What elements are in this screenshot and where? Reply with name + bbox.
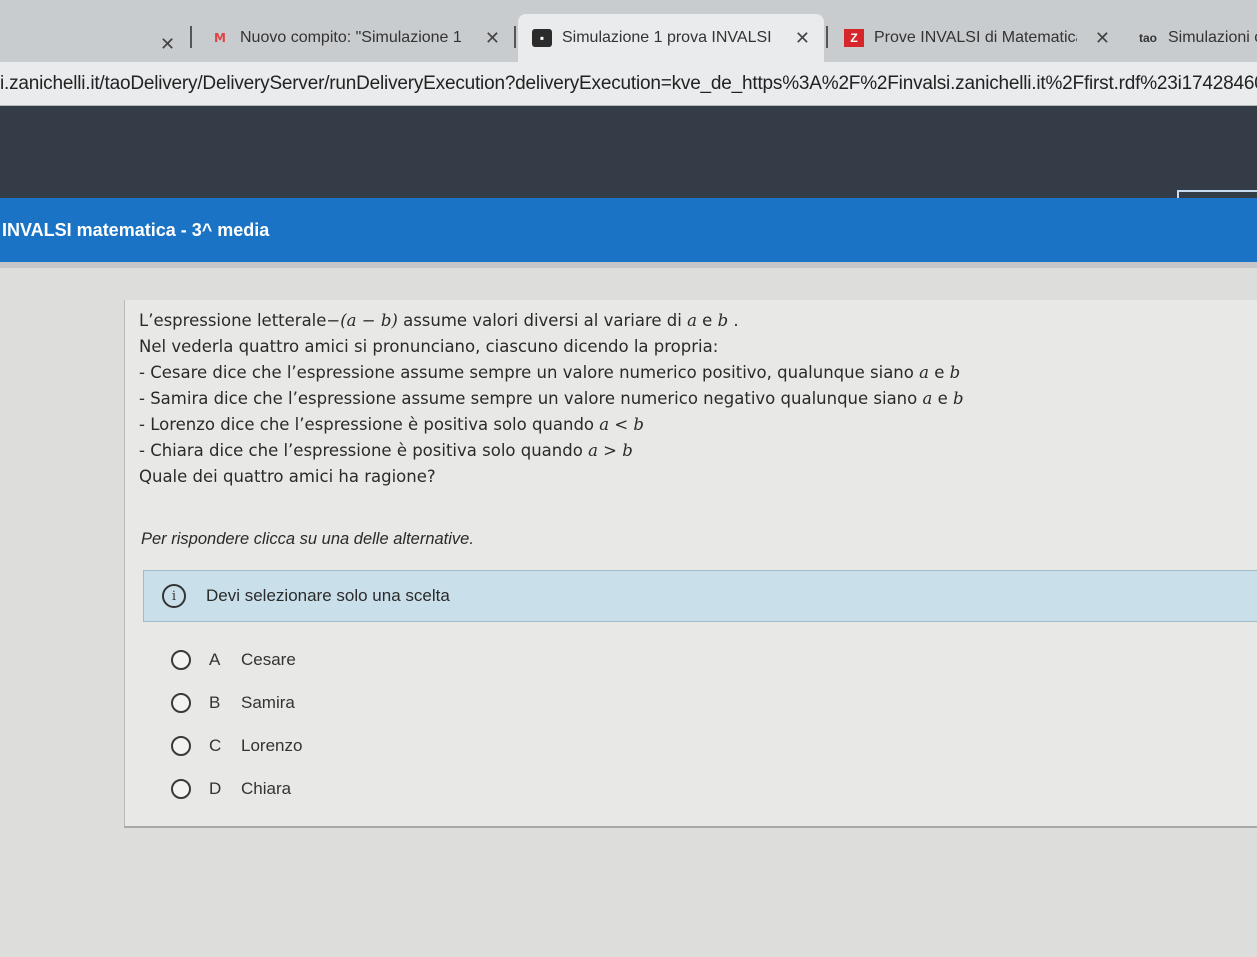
question-line: Quale dei quattro amici ha ragione? <box>139 467 436 486</box>
question-line: L’espressione letterale−(a − b) assume v… <box>139 311 739 330</box>
question-line: Nel vederla quattro amici si pronunciano… <box>139 337 719 356</box>
tab-title: Simulazione 1 prova INVALSI <box>562 29 772 46</box>
document-icon: ▪ <box>532 29 552 47</box>
question-text: L’espressione letterale−(a − b) assume v… <box>139 308 964 490</box>
answer-options: A Cesare B Samira C Lorenzo D Chiara <box>171 638 302 810</box>
tab-simulazioni[interactable]: tao Simulazioni or <box>1124 14 1257 62</box>
question-card: L’espressione letterale−(a − b) assume v… <box>124 300 1257 828</box>
tab-gmail[interactable]: M Nuovo compito: "Simulazione 1 p ✕ <box>196 14 514 62</box>
content-area: L’espressione letterale−(a − b) assume v… <box>0 268 1257 957</box>
info-message-box: i Devi selezionare solo una scelta <box>143 570 1257 622</box>
tab-title: Nuovo compito: "Simulazione 1 p <box>240 29 467 46</box>
option-letter: C <box>209 735 222 755</box>
gmail-icon: M <box>214 31 226 45</box>
address-bar[interactable]: i.zanichelli.it/taoDelivery/DeliveryServ… <box>0 62 1257 106</box>
close-icon[interactable]: ✕ <box>795 28 810 49</box>
option-letter: B <box>209 692 221 712</box>
info-icon: i <box>162 584 186 608</box>
question-line: - Samira dice che l’espressione assume s… <box>139 389 964 408</box>
radio-button[interactable] <box>171 692 191 713</box>
option-label[interactable]: Cesare <box>241 650 296 670</box>
option-label[interactable]: Chiara <box>241 779 291 799</box>
option-label[interactable]: Samira <box>241 693 295 713</box>
close-icon[interactable]: ✕ <box>485 28 500 49</box>
tab-separator <box>190 26 192 48</box>
option-letter: A <box>209 649 221 669</box>
radio-button[interactable] <box>171 649 191 670</box>
tab-prove-invalsi[interactable]: Z Prove INVALSI di Matematica - Te ✕ <box>830 14 1124 62</box>
option-b[interactable]: B Samira <box>171 681 302 724</box>
instruction-text: Per rispondere clicca su una delle alter… <box>141 530 474 548</box>
question-line: - Chiara dice che l’espressione è positi… <box>139 441 633 460</box>
tab-title: Prove INVALSI di Matematica - Te <box>874 29 1077 46</box>
option-letter: D <box>209 778 222 798</box>
option-a[interactable]: A Cesare <box>171 638 302 681</box>
radio-button[interactable] <box>171 735 191 756</box>
tab-title: Simulazioni or <box>1168 29 1257 46</box>
close-icon[interactable]: ✕ <box>1095 28 1110 49</box>
tab-fragment[interactable]: ✕ <box>0 0 190 62</box>
browser-tab-strip: ✕ M Nuovo compito: "Simulazione 1 p ✕ ▪ … <box>0 0 1257 62</box>
tab-separator <box>826 26 828 48</box>
zanichelli-icon: Z <box>844 29 864 47</box>
app-header <box>0 106 1257 202</box>
test-title-bar: INVALSI matematica - 3^ media <box>0 198 1257 262</box>
option-d[interactable]: D Chiara <box>171 767 302 810</box>
question-line: - Lorenzo dice che l’espressione è posit… <box>139 415 644 434</box>
close-icon[interactable]: ✕ <box>160 34 175 55</box>
tab-simulazione[interactable]: ▪ Simulazione 1 prova INVALSI ✕ <box>518 14 824 62</box>
radio-button[interactable] <box>171 778 191 799</box>
info-message: Devi selezionare solo una scelta <box>206 586 450 605</box>
question-line: - Cesare dice che l’espressione assume s… <box>139 363 961 382</box>
test-title: INVALSI matematica - 3^ media <box>2 219 270 240</box>
url-text[interactable]: i.zanichelli.it/taoDelivery/DeliveryServ… <box>0 73 1257 95</box>
tab-separator <box>514 26 516 48</box>
option-label[interactable]: Lorenzo <box>241 736 302 756</box>
tao-icon: tao <box>1139 31 1157 45</box>
option-c[interactable]: C Lorenzo <box>171 724 302 767</box>
